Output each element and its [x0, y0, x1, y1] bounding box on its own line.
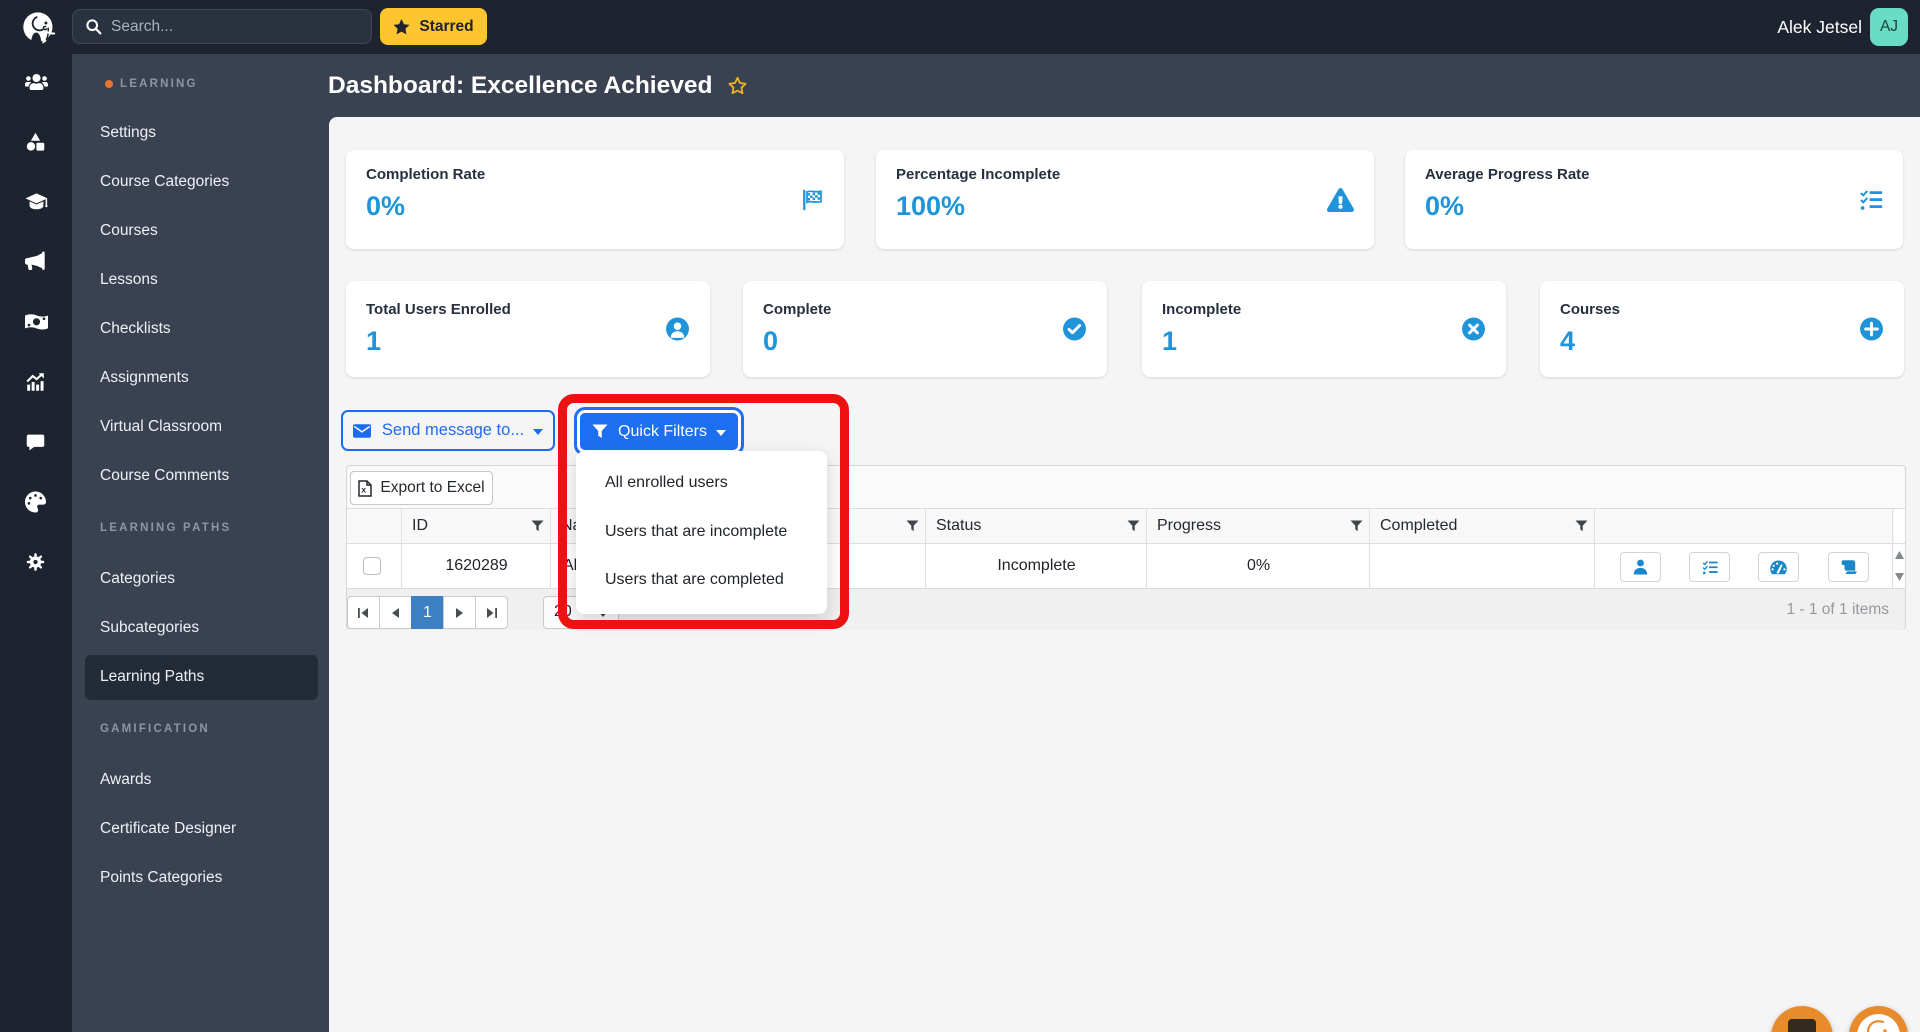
svg-text:x: x	[362, 484, 367, 494]
